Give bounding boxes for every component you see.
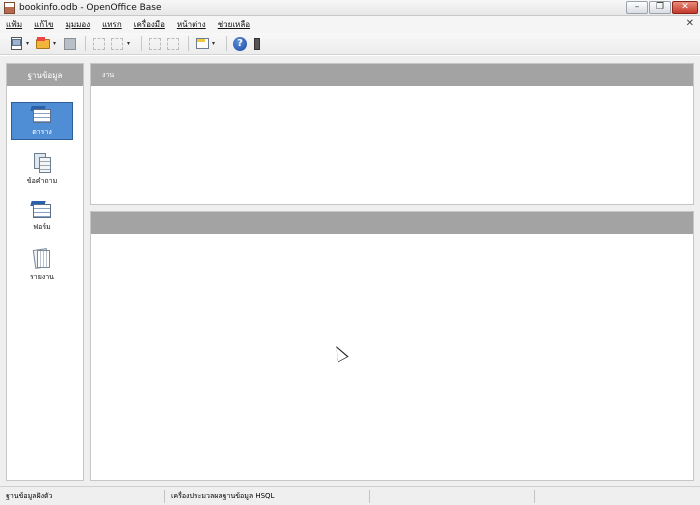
help-icon: ? — [233, 36, 247, 51]
main-area: ฐานข้อมูล ตาราง ข้อคำถาม ฟอร์ม รายงาน งา… — [0, 56, 700, 486]
standard-toolbar: ▾ ▾ ▾ ▾ ? — [0, 33, 700, 55]
sidebar-item-label: รายงาน — [30, 273, 54, 281]
query-icon — [32, 152, 52, 173]
toolbar-grip[interactable] — [254, 37, 260, 50]
sort-ascending-icon — [149, 37, 161, 50]
open-icon — [36, 38, 50, 49]
copy-icon — [93, 37, 105, 50]
sort-ascending-button[interactable] — [147, 36, 163, 52]
sidebar-item-forms[interactable]: ฟอร์ม — [11, 198, 73, 236]
sidebar-item-label: ฟอร์ม — [33, 223, 51, 231]
tasks-panel: งาน — [90, 63, 694, 205]
form-icon — [195, 38, 209, 49]
copy-button[interactable] — [91, 36, 107, 52]
sidebar-header: ฐานข้อมูล — [7, 64, 83, 86]
app-icon — [4, 1, 15, 14]
new-dropdown-arrow[interactable]: ▾ — [26, 40, 32, 47]
tasks-header: งาน — [91, 64, 693, 86]
menu-tools[interactable]: เครื่องมือ — [128, 18, 171, 31]
status-database-type: ฐานข้อมูลฝังตัว — [0, 489, 165, 503]
paste-dropdown-arrow[interactable]: ▾ — [127, 40, 133, 47]
toolbar-separator — [226, 36, 227, 51]
sidebar-item-queries[interactable]: ข้อคำถาม — [11, 149, 73, 187]
window-title: bookinfo.odb - OpenOffice Base — [19, 2, 162, 13]
database-sidebar: ฐานข้อมูล ตาราง ข้อคำถาม ฟอร์ม รายงาน — [6, 63, 84, 481]
sidebar-item-tables[interactable]: ตาราง — [11, 102, 73, 140]
form-dropdown-arrow[interactable]: ▾ — [212, 40, 218, 47]
menu-view[interactable]: มุมมอง — [60, 18, 97, 31]
save-icon — [64, 37, 76, 50]
menu-bar: แฟ้ม แก้ไข มุมมอง แทรก เครื่องมือ หน้าต่… — [0, 16, 700, 33]
paste-button[interactable] — [109, 36, 125, 52]
save-button[interactable] — [62, 36, 78, 52]
sidebar-item-reports[interactable]: รายงาน — [11, 245, 73, 283]
close-document-icon[interactable]: ✕ — [686, 18, 694, 29]
menu-help[interactable]: ช่วยเหลือ — [212, 18, 256, 31]
help-button[interactable]: ? — [232, 36, 248, 52]
menu-edit[interactable]: แก้ไข — [28, 18, 60, 31]
title-bar: bookinfo.odb - OpenOffice Base – ❐ ✕ — [0, 0, 700, 16]
objects-header — [91, 212, 693, 234]
paste-icon — [111, 37, 123, 50]
toolbar-separator — [188, 36, 189, 51]
sort-descending-button[interactable] — [165, 36, 181, 52]
status-database-engine: เครื่องประมวลผลฐานข้อมูล HSQL — [165, 489, 370, 503]
menu-file[interactable]: แฟ้ม — [0, 18, 28, 31]
sidebar-item-label: ข้อคำถาม — [26, 177, 58, 185]
window-controls: – ❐ ✕ — [626, 1, 698, 14]
form-button[interactable] — [194, 36, 210, 52]
status-cell-empty — [370, 489, 535, 503]
open-button[interactable] — [35, 36, 51, 52]
new-button[interactable] — [8, 36, 24, 52]
sort-descending-icon — [167, 37, 179, 50]
minimize-button[interactable]: – — [626, 1, 648, 14]
toolbar-separator — [141, 36, 142, 51]
close-button[interactable]: ✕ — [672, 1, 698, 14]
form-icon — [30, 201, 53, 219]
report-icon — [32, 248, 52, 269]
new-icon — [10, 37, 22, 50]
objects-panel[interactable] — [90, 211, 694, 481]
open-dropdown-arrow[interactable]: ▾ — [53, 40, 59, 47]
status-cell-empty — [535, 490, 700, 503]
toolbar-separator — [85, 36, 86, 51]
sidebar-item-label: ตาราง — [32, 128, 52, 136]
table-icon — [30, 106, 53, 124]
menu-insert[interactable]: แทรก — [96, 18, 128, 31]
status-bar: ฐานข้อมูลฝังตัว เครื่องประมวลผลฐานข้อมูล… — [0, 486, 700, 505]
restore-button[interactable]: ❐ — [649, 1, 671, 14]
menu-window[interactable]: หน้าต่าง — [171, 18, 212, 31]
